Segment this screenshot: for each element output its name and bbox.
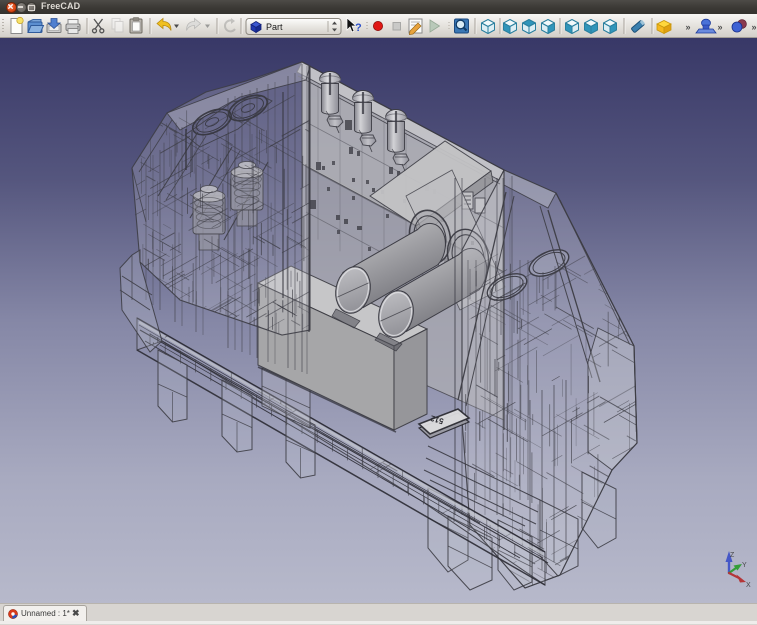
svg-text:Z: Z <box>730 552 735 559</box>
svg-text:»: » <box>685 22 690 32</box>
svg-text:?: ? <box>355 22 362 34</box>
svg-text:»: » <box>751 22 756 32</box>
svg-text:Part: Part <box>266 22 283 32</box>
svg-text:»: » <box>717 22 722 32</box>
svg-text:Y: Y <box>742 562 747 569</box>
svg-text:X: X <box>746 582 751 589</box>
